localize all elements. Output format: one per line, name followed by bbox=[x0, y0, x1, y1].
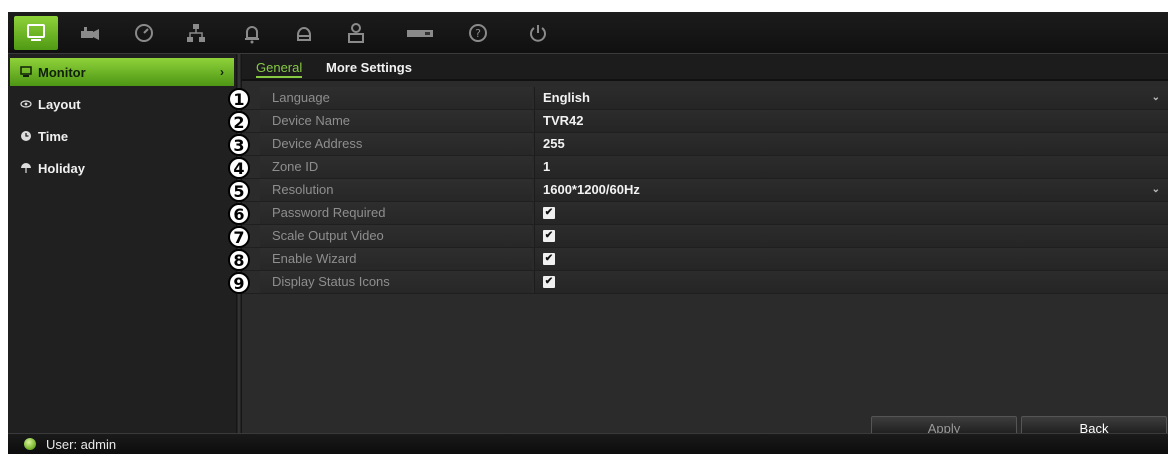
setting-label: Enable Wizard bbox=[260, 248, 532, 270]
setting-label: Password Required bbox=[260, 202, 532, 224]
checkbox-cell: ✔ bbox=[534, 271, 1168, 293]
chevron-right-icon: › bbox=[220, 65, 224, 79]
sidebar-item-monitor[interactable]: Monitor › bbox=[10, 58, 234, 86]
sidebar-item-label: Monitor bbox=[38, 64, 86, 80]
dvr-settings-window: ? Monitor › Layout Time Holiday General … bbox=[8, 12, 1168, 454]
callout-number: 6 bbox=[228, 203, 250, 225]
tab-general[interactable]: General bbox=[256, 60, 303, 78]
camera-icon[interactable] bbox=[68, 16, 112, 50]
callout-number: 2 bbox=[228, 111, 250, 133]
callout-number: 8 bbox=[228, 249, 250, 271]
setting-row-language: 1 Language English ⌄ bbox=[228, 87, 1168, 110]
disk-icon[interactable] bbox=[282, 16, 326, 50]
monitor-icon bbox=[20, 66, 38, 78]
sidebar-item-time[interactable]: Time bbox=[10, 122, 234, 150]
setting-row-enable-wizard: 8 Enable Wizard ✔ bbox=[228, 248, 1168, 271]
sidebar-item-label: Layout bbox=[38, 96, 81, 112]
resolution-select[interactable]: 1600*1200/60Hz ⌄ bbox=[534, 179, 1168, 201]
callout-number: 3 bbox=[228, 134, 250, 156]
device-name-input[interactable]: TVR42 bbox=[534, 110, 1168, 132]
callout-number: 9 bbox=[228, 272, 250, 294]
setting-label: Device Name bbox=[260, 110, 532, 132]
top-toolbar: ? bbox=[8, 12, 1168, 54]
layout-icon bbox=[20, 98, 38, 110]
settings-panel: General More Settings 1 Language English… bbox=[228, 54, 1168, 440]
enable-wizard-checkbox[interactable]: ✔ bbox=[543, 253, 555, 265]
select-value: English bbox=[543, 90, 590, 105]
current-user: User: admin bbox=[46, 436, 117, 452]
setting-row-device-name: 2 Device Name TVR42 bbox=[228, 110, 1168, 133]
setting-row-zone-id: 4 Zone ID 1 bbox=[228, 156, 1168, 179]
setting-label: Scale Output Video bbox=[260, 225, 532, 247]
setting-row-scale-output-video: 7 Scale Output Video ✔ bbox=[228, 225, 1168, 248]
svg-text:?: ? bbox=[475, 27, 481, 40]
tab-bar: General More Settings bbox=[242, 54, 1168, 81]
setting-label: Resolution bbox=[260, 179, 532, 201]
callout-number: 5 bbox=[228, 180, 250, 202]
language-select[interactable]: English ⌄ bbox=[534, 87, 1168, 109]
chevron-down-icon: ⌄ bbox=[1151, 184, 1160, 195]
scale-output-video-checkbox[interactable]: ✔ bbox=[543, 230, 555, 242]
power-icon[interactable] bbox=[516, 16, 560, 50]
zone-id-input[interactable]: 1 bbox=[534, 156, 1168, 178]
callout-number: 4 bbox=[228, 157, 250, 179]
setting-label: Zone ID bbox=[260, 156, 532, 178]
select-value: 1600*1200/60Hz bbox=[543, 182, 640, 197]
device-icon[interactable] bbox=[398, 16, 442, 50]
password-required-checkbox[interactable]: ✔ bbox=[543, 207, 555, 219]
setting-label: Language bbox=[260, 87, 532, 109]
gauge-icon[interactable] bbox=[122, 16, 166, 50]
setting-row-device-address: 3 Device Address 255 bbox=[228, 133, 1168, 156]
display-status-icons-checkbox[interactable]: ✔ bbox=[543, 276, 555, 288]
status-bar: User: admin bbox=[8, 433, 1168, 454]
setting-row-password-required: 6 Password Required ✔ bbox=[228, 202, 1168, 225]
bell-icon[interactable] bbox=[230, 16, 274, 50]
sidebar-item-layout[interactable]: Layout bbox=[10, 90, 234, 118]
holiday-icon bbox=[20, 162, 38, 174]
sidebar: Monitor › Layout Time Holiday bbox=[8, 54, 236, 433]
setting-label: Display Status Icons bbox=[260, 271, 532, 293]
device-address-input[interactable]: 255 bbox=[534, 133, 1168, 155]
user-icon[interactable] bbox=[334, 16, 378, 50]
sidebar-item-label: Time bbox=[38, 128, 69, 144]
setting-row-resolution: 5 Resolution 1600*1200/60Hz ⌄ bbox=[228, 179, 1168, 202]
setting-label: Device Address bbox=[260, 133, 532, 155]
callout-number: 1 bbox=[228, 88, 250, 110]
clock-icon bbox=[20, 130, 38, 142]
checkbox-cell: ✔ bbox=[534, 202, 1168, 224]
display-icon[interactable] bbox=[14, 16, 58, 50]
callout-number: 7 bbox=[228, 226, 250, 248]
setting-row-display-status-icons: 9 Display Status Icons ✔ bbox=[228, 271, 1168, 294]
status-ok-icon bbox=[24, 438, 36, 450]
checkbox-cell: ✔ bbox=[534, 225, 1168, 247]
network-icon[interactable] bbox=[174, 16, 218, 50]
chevron-down-icon: ⌄ bbox=[1151, 92, 1160, 103]
sidebar-item-label: Holiday bbox=[38, 160, 85, 176]
sidebar-item-holiday[interactable]: Holiday bbox=[10, 154, 234, 182]
settings-form: 1 Language English ⌄ 2 Device Name TVR42… bbox=[228, 87, 1168, 294]
help-icon[interactable]: ? bbox=[456, 16, 500, 50]
checkbox-cell: ✔ bbox=[534, 248, 1168, 270]
tab-more-settings[interactable]: More Settings bbox=[326, 60, 412, 75]
